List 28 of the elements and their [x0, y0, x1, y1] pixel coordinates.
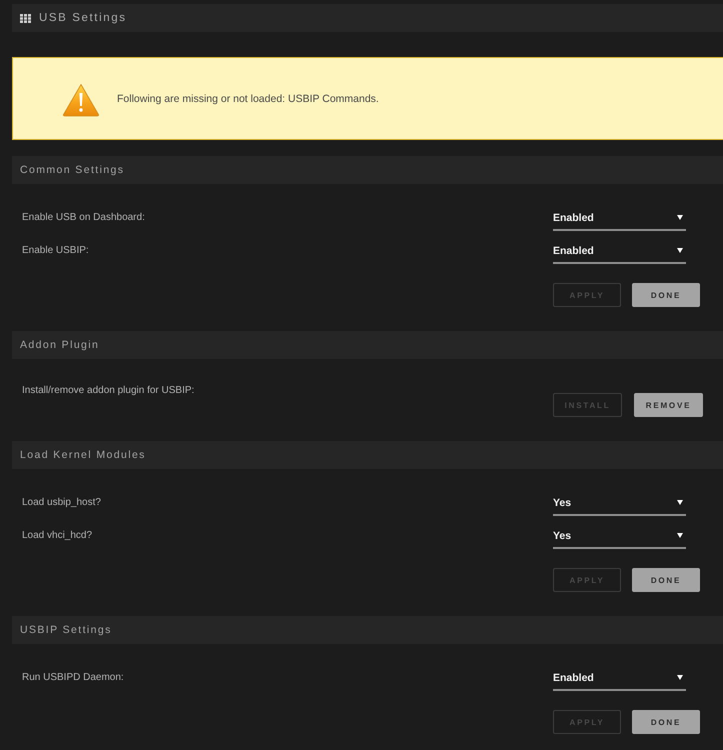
setting-label: Load vhci_hcd?: [21, 529, 94, 543]
caret-icon: [677, 248, 683, 253]
dropdown[interactable]: Enabled: [553, 206, 686, 231]
setting-label: Enable USB on Dashboard:: [21, 211, 146, 225]
section-title: Common Settings: [20, 164, 124, 176]
warning-icon: [62, 82, 100, 116]
section-title: Addon Plugin: [20, 339, 100, 351]
section-title: Load Kernel Modules: [20, 449, 146, 461]
action-button[interactable]: DONE: [632, 568, 700, 592]
setting-label: Run USBIPD Daemon:: [21, 671, 125, 685]
grid-icon: [20, 14, 31, 22]
action-button[interactable]: DONE: [632, 710, 700, 734]
dropdown[interactable]: Yes: [553, 491, 686, 516]
action-button[interactable]: DONE: [632, 283, 700, 307]
section-title: USBIP Settings: [20, 624, 112, 636]
dropdown[interactable]: Enabled: [553, 666, 686, 691]
caret-icon: [677, 215, 683, 220]
setting-label: Enable USBIP:: [21, 244, 90, 258]
page-title: USB Settings: [39, 12, 127, 24]
warning-message: Following are missing or not loaded: USBIP Commands.: [117, 92, 379, 104]
caret-icon: [677, 533, 683, 538]
setting-label: Load usbip_host?: [21, 496, 102, 510]
caret-icon: [677, 675, 683, 680]
dropdown[interactable]: Enabled: [553, 239, 686, 264]
dropdown[interactable]: Yes: [553, 524, 686, 549]
caret-icon: [677, 500, 683, 505]
action-button[interactable]: REMOVE: [634, 393, 703, 417]
setting-label: Install/remove addon plugin for USBIP:: [21, 384, 196, 398]
